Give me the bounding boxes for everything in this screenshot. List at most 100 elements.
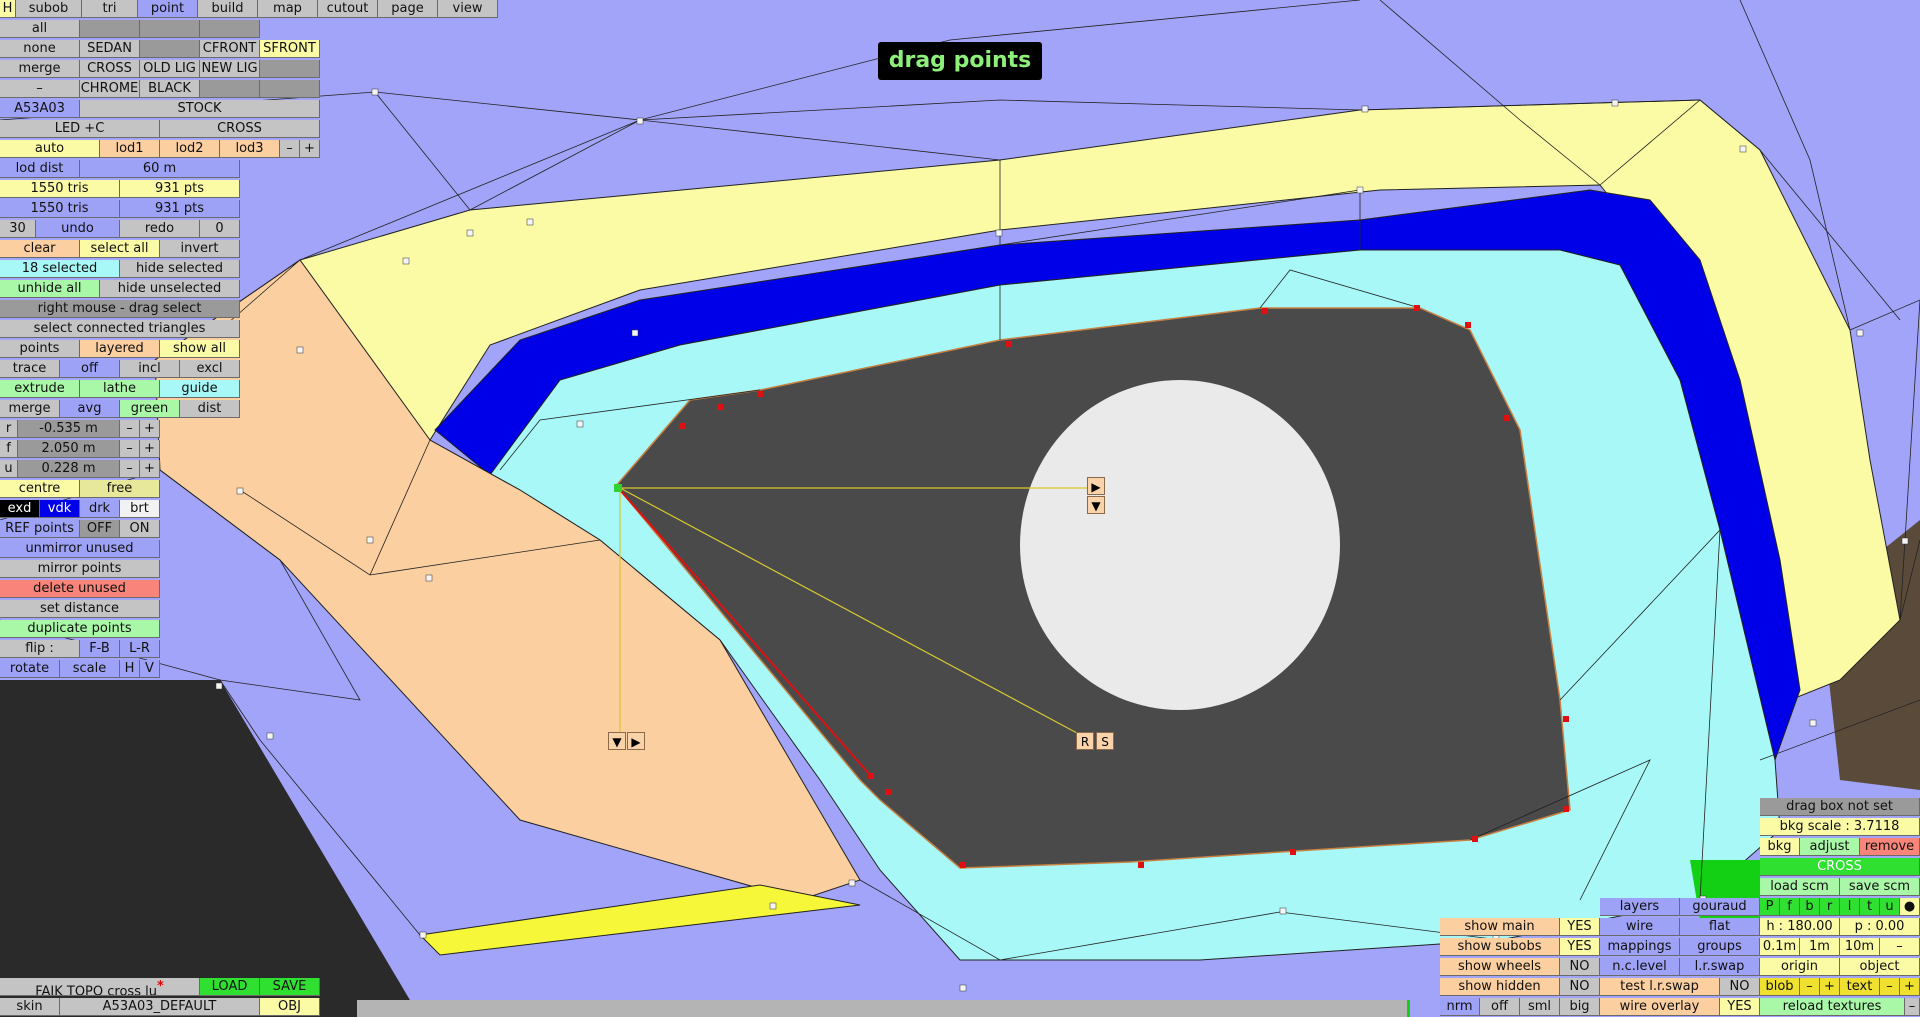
dash-button[interactable]: –: [0, 80, 80, 98]
view-r[interactable]: r: [1820, 898, 1840, 916]
save-scm-button[interactable]: save scm: [1840, 878, 1920, 896]
redo-button[interactable]: redo: [120, 220, 200, 238]
r-minus[interactable]: –: [120, 420, 140, 438]
show-subobs-toggle[interactable]: YES: [1560, 938, 1600, 956]
mirror-points-button[interactable]: mirror points: [0, 560, 160, 578]
handle-scale[interactable]: S: [1096, 732, 1114, 750]
handle-arrow-down-bottom[interactable]: ▼: [608, 732, 626, 750]
reload-textures-button[interactable]: reload textures: [1760, 998, 1905, 1016]
merge-green[interactable]: green: [120, 400, 180, 418]
step-1m[interactable]: 1m: [1800, 938, 1840, 956]
trace-excl[interactable]: excl: [180, 360, 240, 378]
obj-button[interactable]: OBJ: [260, 998, 320, 1016]
guide-button[interactable]: guide: [160, 380, 240, 398]
layered-button[interactable]: layered: [80, 340, 160, 358]
group-sfront[interactable]: SFRONT: [260, 40, 320, 58]
clear-button[interactable]: clear: [0, 240, 80, 258]
show-hidden-toggle[interactable]: NO: [1560, 978, 1600, 996]
show-main-toggle[interactable]: YES: [1560, 918, 1600, 936]
text-plus[interactable]: +: [1900, 978, 1920, 996]
h-button[interactable]: H: [120, 660, 140, 678]
u-value[interactable]: 0.228 m: [18, 460, 120, 478]
view-t[interactable]: t: [1860, 898, 1880, 916]
group-old-lig[interactable]: OLD LIG: [140, 60, 200, 78]
normals-big[interactable]: big: [1560, 998, 1600, 1016]
step-dash[interactable]: –: [1880, 938, 1920, 956]
origin-button[interactable]: origin: [1760, 958, 1840, 976]
group-cfront[interactable]: CFRONT: [200, 40, 260, 58]
flip-lr[interactable]: L-R: [120, 640, 160, 658]
normals-sml[interactable]: sml: [1520, 998, 1560, 1016]
view-dot[interactable]: ●: [1900, 898, 1920, 916]
lod-auto[interactable]: auto: [0, 140, 100, 158]
tab-tri[interactable]: tri: [82, 0, 138, 18]
f-minus[interactable]: –: [120, 440, 140, 458]
flip-fb[interactable]: F-B: [80, 640, 120, 658]
handle-arrow-down-top[interactable]: ▼: [1087, 496, 1105, 514]
ref-on[interactable]: ON: [120, 520, 160, 538]
shade-exd[interactable]: exd: [0, 500, 40, 518]
hide-selected-button[interactable]: hide selected: [120, 260, 240, 278]
layers-button[interactable]: layers: [1600, 898, 1680, 916]
bkg-button[interactable]: bkg: [1760, 838, 1800, 856]
merge-points-button[interactable]: merge: [0, 400, 60, 418]
f-plus[interactable]: +: [140, 440, 160, 458]
centre-button[interactable]: centre: [0, 480, 80, 498]
wire-button[interactable]: wire: [1600, 918, 1680, 936]
handle-arrow-right-bottom[interactable]: ▶: [627, 732, 645, 750]
test-lr-swap-toggle[interactable]: NO: [1720, 978, 1760, 996]
tab-page[interactable]: page: [378, 0, 438, 18]
scale-button[interactable]: scale: [60, 660, 120, 678]
trace-incl[interactable]: incl: [120, 360, 180, 378]
step-10m[interactable]: 10m: [1840, 938, 1880, 956]
handle-rotate[interactable]: R: [1076, 732, 1094, 750]
save-button[interactable]: SAVE: [260, 978, 320, 996]
right-mouse-mode[interactable]: right mouse - drag select: [0, 300, 240, 318]
lr-swap-button[interactable]: l.r.swap: [1680, 958, 1760, 976]
nc-level-button[interactable]: n.c.level: [1600, 958, 1680, 976]
free-button[interactable]: free: [80, 480, 160, 498]
view-l[interactable]: l: [1840, 898, 1860, 916]
cross-scm[interactable]: CROSS: [1760, 858, 1920, 876]
merge-button[interactable]: merge: [0, 60, 80, 78]
shade-brt[interactable]: brt: [120, 500, 160, 518]
led-c-button[interactable]: LED +C: [0, 120, 160, 138]
view-p[interactable]: P: [1760, 898, 1780, 916]
lod-plus[interactable]: +: [300, 140, 320, 158]
show-wheels-toggle[interactable]: NO: [1560, 958, 1600, 976]
object-button[interactable]: object: [1840, 958, 1920, 976]
group-black[interactable]: BLACK: [140, 80, 200, 98]
load-button[interactable]: LOAD: [200, 978, 260, 996]
tab-map[interactable]: map: [258, 0, 318, 18]
view-b[interactable]: b: [1800, 898, 1820, 916]
skin-a53a03[interactable]: A53A03: [0, 100, 80, 118]
blob-plus[interactable]: +: [1820, 978, 1840, 996]
v-button[interactable]: V: [140, 660, 160, 678]
view-u[interactable]: u: [1880, 898, 1900, 916]
blob-minus[interactable]: –: [1800, 978, 1820, 996]
undo-button[interactable]: undo: [36, 220, 120, 238]
flat-button[interactable]: flat: [1680, 918, 1760, 936]
duplicate-points-button[interactable]: duplicate points: [0, 620, 160, 638]
show-all-button[interactable]: show all: [160, 340, 240, 358]
reload-minus[interactable]: –: [1905, 998, 1920, 1016]
group-cross[interactable]: CROSS: [80, 60, 140, 78]
trace-off[interactable]: off: [60, 360, 120, 378]
all-button[interactable]: all: [0, 20, 80, 38]
none-button[interactable]: none: [0, 40, 80, 58]
adjust-button[interactable]: adjust: [1800, 838, 1860, 856]
tab-build[interactable]: build: [198, 0, 258, 18]
load-scm-button[interactable]: load scm: [1760, 878, 1840, 896]
merge-dist[interactable]: dist: [180, 400, 240, 418]
lod-minus[interactable]: –: [280, 140, 300, 158]
unhide-all-button[interactable]: unhide all: [0, 280, 100, 298]
shade-drk[interactable]: drk: [80, 500, 120, 518]
handle-arrow-right-top[interactable]: ▶: [1087, 477, 1105, 495]
r-value[interactable]: -0.535 m: [18, 420, 120, 438]
group-new-lig[interactable]: NEW LIG: [200, 60, 260, 78]
set-distance-button[interactable]: set distance: [0, 600, 160, 618]
lathe-button[interactable]: lathe: [80, 380, 160, 398]
skin-stock[interactable]: STOCK: [80, 100, 320, 118]
rotate-button[interactable]: rotate: [0, 660, 60, 678]
points-button[interactable]: points: [0, 340, 80, 358]
